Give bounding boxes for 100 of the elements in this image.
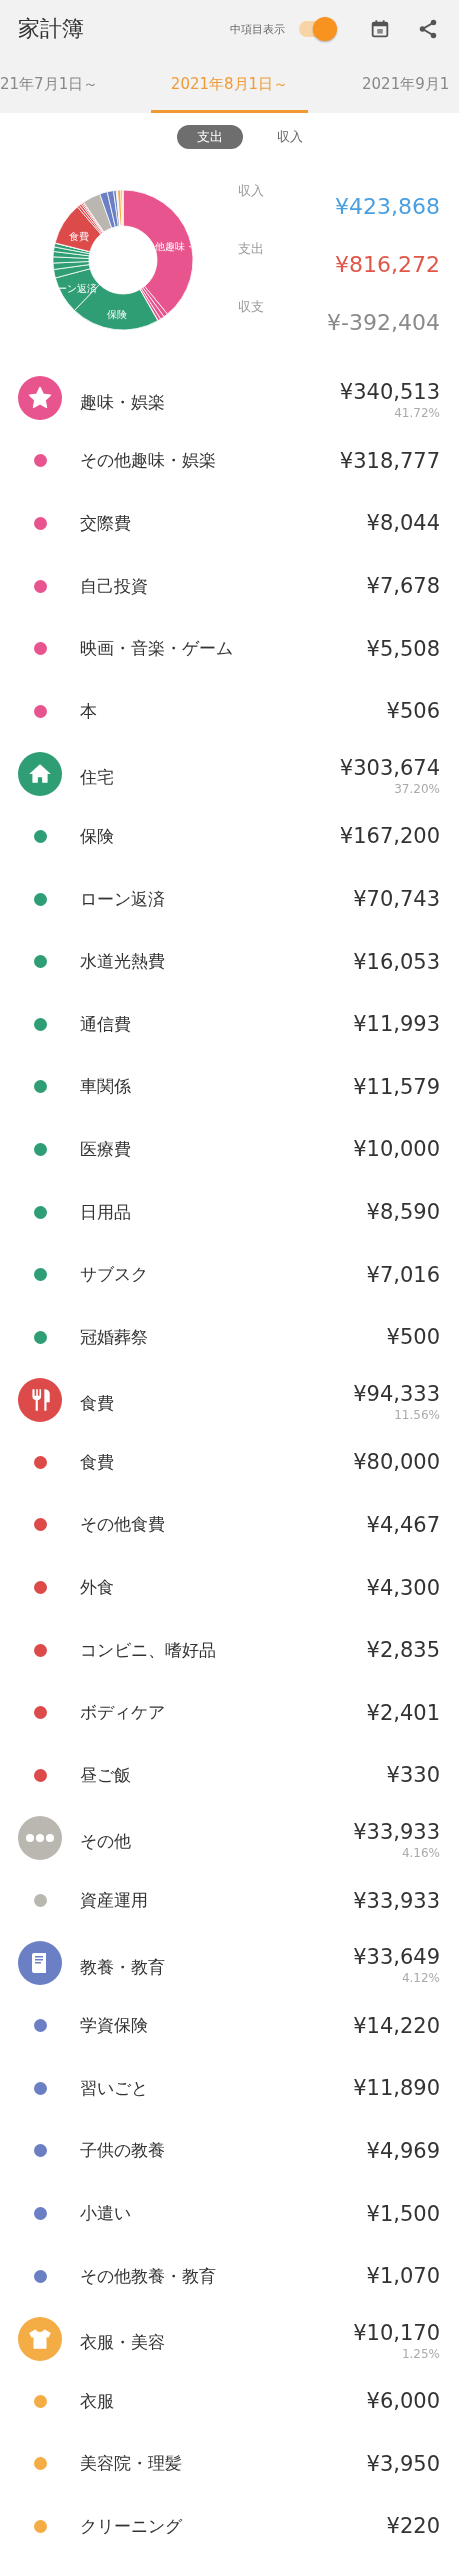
subcategory-row[interactable]: クリーニング ¥220: [0, 2495, 459, 2558]
subcategory-name: 学資保険: [80, 2014, 149, 2038]
category-percent: 4.16%: [401, 1845, 440, 1860]
subcategory-name: 習いごと: [80, 2076, 149, 2100]
category-row[interactable]: 食費 ¥94,333 11.56%: [0, 1368, 459, 1432]
subcategory-row[interactable]: 衣服 ¥6,000: [0, 2370, 459, 2433]
mode-tab[interactable]: 支出: [176, 124, 243, 149]
category-name: 衣服・美容: [80, 2331, 166, 2355]
subcategory-row[interactable]: 食費 ¥80,000: [0, 1431, 459, 1494]
category-amount: ¥303,674: [339, 755, 440, 780]
subcategory-amount: ¥8,590: [366, 1200, 440, 1224]
subcategory-amount: ¥3,950: [366, 2451, 440, 2476]
mode-tab[interactable]: 収入: [256, 124, 323, 149]
subcategory-row[interactable]: 日用品 ¥8,590: [0, 1180, 459, 1244]
subcategory-amount: ¥80,000: [353, 1450, 440, 1475]
category-amount: ¥33,649: [353, 1945, 440, 1970]
subcategory-name: 冠婚葬祭: [80, 1325, 149, 1349]
subcategory-name: 小遣い: [80, 2202, 132, 2225]
subcategory-name: クリーニング: [80, 2515, 183, 2538]
category-row[interactable]: 衣服・美容 ¥10,170 1.25%: [0, 2307, 459, 2370]
subcategory-row[interactable]: 通信費 ¥11,993: [0, 992, 459, 1056]
subcategory-name: サブスク: [80, 1263, 149, 1287]
chart-label: 食費: [69, 230, 89, 244]
category-percent: 4.12%: [401, 1971, 440, 1986]
subcategory-amount: ¥4,300: [366, 1575, 440, 1600]
app-title: 家計簿: [18, 15, 85, 43]
category-amount: ¥340,513: [339, 380, 440, 405]
subcategory-name: 映画・音楽・ゲーム: [80, 637, 234, 661]
subcategory-name: 資産運用: [80, 1889, 149, 1913]
subcategory-amount: ¥16,053: [353, 949, 440, 974]
subcategory-amount: ¥2,835: [366, 1638, 440, 1663]
subcategory-row[interactable]: 外食 ¥4,300: [0, 1556, 459, 1619]
subcategory-name: 食費: [80, 1450, 115, 1474]
subcategory-row[interactable]: 昼ご飯 ¥330: [0, 1744, 459, 1807]
subcategory-amount: ¥4,467: [366, 1513, 440, 1537]
category-percent: 41.72%: [394, 406, 440, 421]
subcategory-amount: ¥7,016: [366, 1262, 440, 1287]
subcategory-row[interactable]: サブスク ¥7,016: [0, 1243, 459, 1306]
subcategory-amount: ¥318,777: [339, 448, 440, 473]
toggle-label: 中項目表示: [230, 21, 285, 37]
subcategory-row[interactable]: 資産運用 ¥33,933: [0, 1869, 459, 1932]
subcategory-row[interactable]: 本 ¥506: [0, 679, 459, 743]
category-name: 趣味・娯楽: [80, 390, 166, 414]
subcategory-name: ローン返済: [80, 887, 166, 911]
subcategory-name: 昼ご飯: [80, 1763, 132, 1787]
category-percent: 37.20%: [394, 781, 440, 796]
summary-value: ¥-392,404: [327, 309, 440, 337]
subcategory-row[interactable]: 冠婚葬祭 ¥500: [0, 1305, 459, 1369]
category-name: その他: [80, 1830, 132, 1854]
subcategory-amount: ¥14,220: [353, 2013, 440, 2038]
share-icon[interactable]: [417, 18, 439, 40]
subcategory-name: ボディケア: [80, 1701, 166, 1725]
subcategory-row[interactable]: 映画・音楽・ゲーム ¥5,508: [0, 617, 459, 680]
subcategory-amount: ¥11,890: [353, 2076, 440, 2101]
subcategory-amount: ¥506: [386, 699, 440, 724]
subcategory-row[interactable]: その他食費 ¥4,467: [0, 1493, 459, 1557]
subcategory-amount: ¥5,508: [366, 636, 440, 661]
subcategory-name: 美容院・理髪: [80, 2452, 183, 2476]
summary-value: ¥816,272: [335, 251, 440, 279]
subcategory-name: 日用品: [80, 1200, 132, 1224]
subcategory-row[interactable]: コンビニ、嗜好品 ¥2,835: [0, 1618, 459, 1682]
subcategory-row[interactable]: 車関係 ¥11,579: [0, 1055, 459, 1119]
subcategory-name: 保険: [80, 824, 115, 848]
subcategory-row[interactable]: 学資保険 ¥14,220: [0, 1994, 459, 2058]
category-row[interactable]: その他 ¥33,933 4.16%: [0, 1806, 459, 1870]
subcategory-name: 自己投資: [80, 574, 149, 598]
subcategory-row[interactable]: 習いごと ¥11,890: [0, 2057, 459, 2120]
subcategory-name: 衣服: [80, 2389, 115, 2413]
category-name: 住宅: [80, 766, 115, 790]
subcategory-name: その他趣味・娯楽: [80, 449, 217, 473]
subcategory-name: 外食: [80, 1576, 115, 1600]
category-amount: ¥94,333: [353, 1381, 440, 1406]
subcategory-row[interactable]: 水道光熱費 ¥16,053: [0, 930, 459, 993]
summary-label: 収入: [238, 182, 264, 200]
subcategory-amount: ¥167,200: [339, 824, 440, 849]
subcategory-name: 水道光熱費: [80, 950, 166, 974]
category-row[interactable]: 教養・教育 ¥33,649 4.12%: [0, 1931, 459, 1995]
subcategory-amount: ¥220: [386, 2514, 440, 2539]
subcategory-name: その他教養・教育: [80, 2264, 217, 2288]
subcategory-amount: ¥10,000: [353, 1137, 440, 1162]
subcategory-row[interactable]: ローン返済 ¥70,743: [0, 867, 459, 931]
subcategory-row[interactable]: 保険 ¥167,200: [0, 805, 459, 868]
subcategory-row[interactable]: 交際費 ¥8,044: [0, 492, 459, 555]
subcategory-row[interactable]: 美容院・理髪 ¥3,950: [0, 2432, 459, 2496]
subcategory-row[interactable]: 子供の教養 ¥4,969: [0, 2119, 459, 2183]
category-percent: 1.25%: [401, 2346, 440, 2361]
subcategory-amount: ¥500: [386, 1325, 440, 1350]
calendar-icon[interactable]: [369, 18, 391, 40]
subcategory-row[interactable]: その他教養・教育 ¥1,070: [0, 2244, 459, 2308]
subcategory-row[interactable]: その他趣味・娯楽 ¥318,777: [0, 429, 459, 493]
category-row[interactable]: 趣味・娯楽 ¥340,513 41.72%: [0, 367, 459, 430]
subcategory-row[interactable]: 小遣い ¥1,500: [0, 2182, 459, 2245]
subcategory-row[interactable]: 医療費 ¥10,000: [0, 1118, 459, 1181]
category-name: 食費: [80, 1392, 115, 1416]
subcategory-name: 通信費: [80, 1012, 132, 1036]
subcategory-row[interactable]: 自己投資 ¥7,678: [0, 554, 459, 618]
subcategory-amount: ¥33,933: [353, 1888, 440, 1913]
category-row[interactable]: 住宅 ¥303,674 37.20%: [0, 742, 459, 806]
subcategory-row[interactable]: ボディケア ¥2,401: [0, 1681, 459, 1745]
subcategory-amount: ¥2,401: [366, 1700, 440, 1725]
